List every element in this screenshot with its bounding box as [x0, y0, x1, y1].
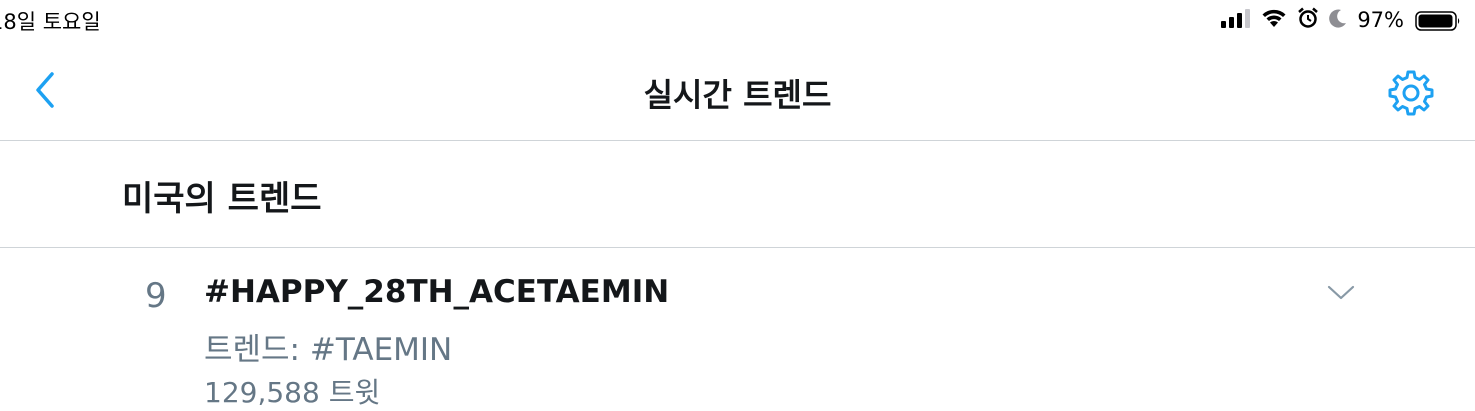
gear-icon — [1388, 70, 1434, 116]
section-header: 미국의 트렌드 — [0, 141, 1475, 248]
battery-icon — [1415, 10, 1461, 31]
chevron-down-icon — [1327, 285, 1355, 300]
alarm-icon — [1297, 7, 1319, 33]
nav-bar: 실시간 트렌드 — [0, 40, 1475, 141]
status-icons: 97% — [1221, 6, 1461, 34]
trend-tweet-count: 129,588 트윗 — [204, 376, 381, 409]
page-title: 실시간 트렌드 — [643, 76, 832, 114]
trend-context: 트렌드: #TAEMIN — [204, 332, 453, 368]
signal-icon — [1221, 8, 1251, 32]
moon-icon — [1328, 8, 1348, 32]
status-bar: 18일 토요일 97% — [0, 0, 1475, 40]
trend-item[interactable]: 9 #HAPPY_28TH_ACETAEMIN 트렌드: #TAEMIN 129… — [0, 248, 1475, 411]
wifi-icon — [1260, 8, 1288, 32]
battery-percent: 97% — [1357, 8, 1404, 32]
section-title: 미국의 트렌드 — [122, 179, 322, 219]
trend-options-button[interactable] — [1326, 282, 1356, 304]
settings-button[interactable] — [1388, 70, 1434, 116]
trend-rank: 9 — [145, 276, 167, 316]
trend-name: #HAPPY_28TH_ACETAEMIN — [204, 274, 670, 310]
status-date: 18일 토요일 — [0, 10, 101, 34]
